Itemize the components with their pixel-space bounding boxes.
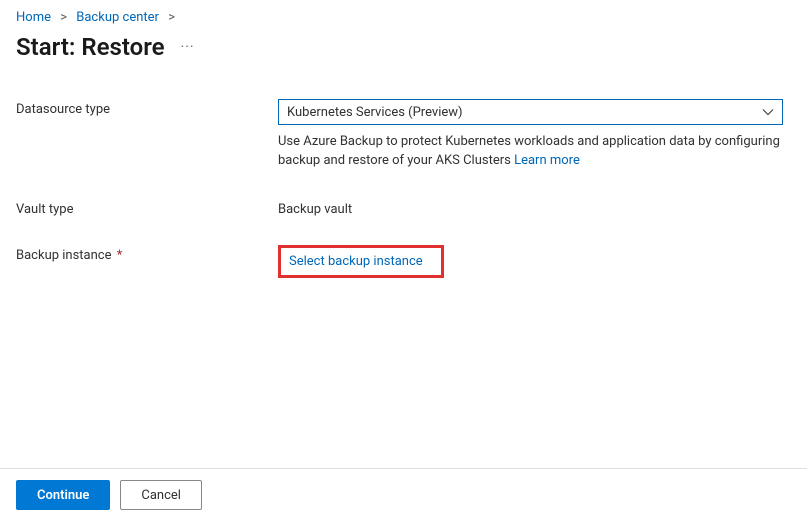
label-vault-type: Vault type xyxy=(16,199,278,217)
breadcrumb-sep: > xyxy=(168,10,175,25)
highlight-select-backup-instance: Select backup instance xyxy=(278,245,444,278)
chevron-down-icon xyxy=(762,108,774,116)
select-datasource-type[interactable]: Kubernetes Services (Preview) xyxy=(278,99,783,125)
value-vault-type: Backup vault xyxy=(278,199,783,217)
label-backup-instance-text: Backup instance xyxy=(16,248,112,263)
breadcrumb-home[interactable]: Home xyxy=(16,10,51,25)
form-area: Datasource type Kubernetes Services (Pre… xyxy=(0,81,807,278)
breadcrumb: Home > Backup center > xyxy=(0,0,807,29)
row-vault-type: Vault type Backup vault xyxy=(16,199,783,217)
label-backup-instance: Backup instance * xyxy=(16,245,278,263)
label-datasource-type: Datasource type xyxy=(16,99,278,117)
select-backup-instance-link[interactable]: Select backup instance xyxy=(289,254,423,269)
more-actions-button[interactable]: ··· xyxy=(177,35,199,59)
footer: Continue Cancel xyxy=(0,468,807,521)
helper-datasource-type: Use Azure Backup to protect Kubernetes w… xyxy=(278,133,783,171)
cancel-button[interactable]: Cancel xyxy=(120,480,202,510)
page-title: Start: Restore xyxy=(16,33,165,61)
row-backup-instance: Backup instance * Select backup instance xyxy=(16,245,783,278)
select-datasource-type-value: Kubernetes Services (Preview) xyxy=(287,105,463,120)
learn-more-link[interactable]: Learn more xyxy=(514,153,580,168)
continue-button[interactable]: Continue xyxy=(16,480,110,510)
page-title-row: Start: Restore ··· xyxy=(0,29,807,81)
required-indicator: * xyxy=(117,248,123,263)
breadcrumb-backup-center[interactable]: Backup center xyxy=(76,10,159,25)
breadcrumb-sep: > xyxy=(60,10,67,25)
row-datasource-type: Datasource type Kubernetes Services (Pre… xyxy=(16,99,783,171)
